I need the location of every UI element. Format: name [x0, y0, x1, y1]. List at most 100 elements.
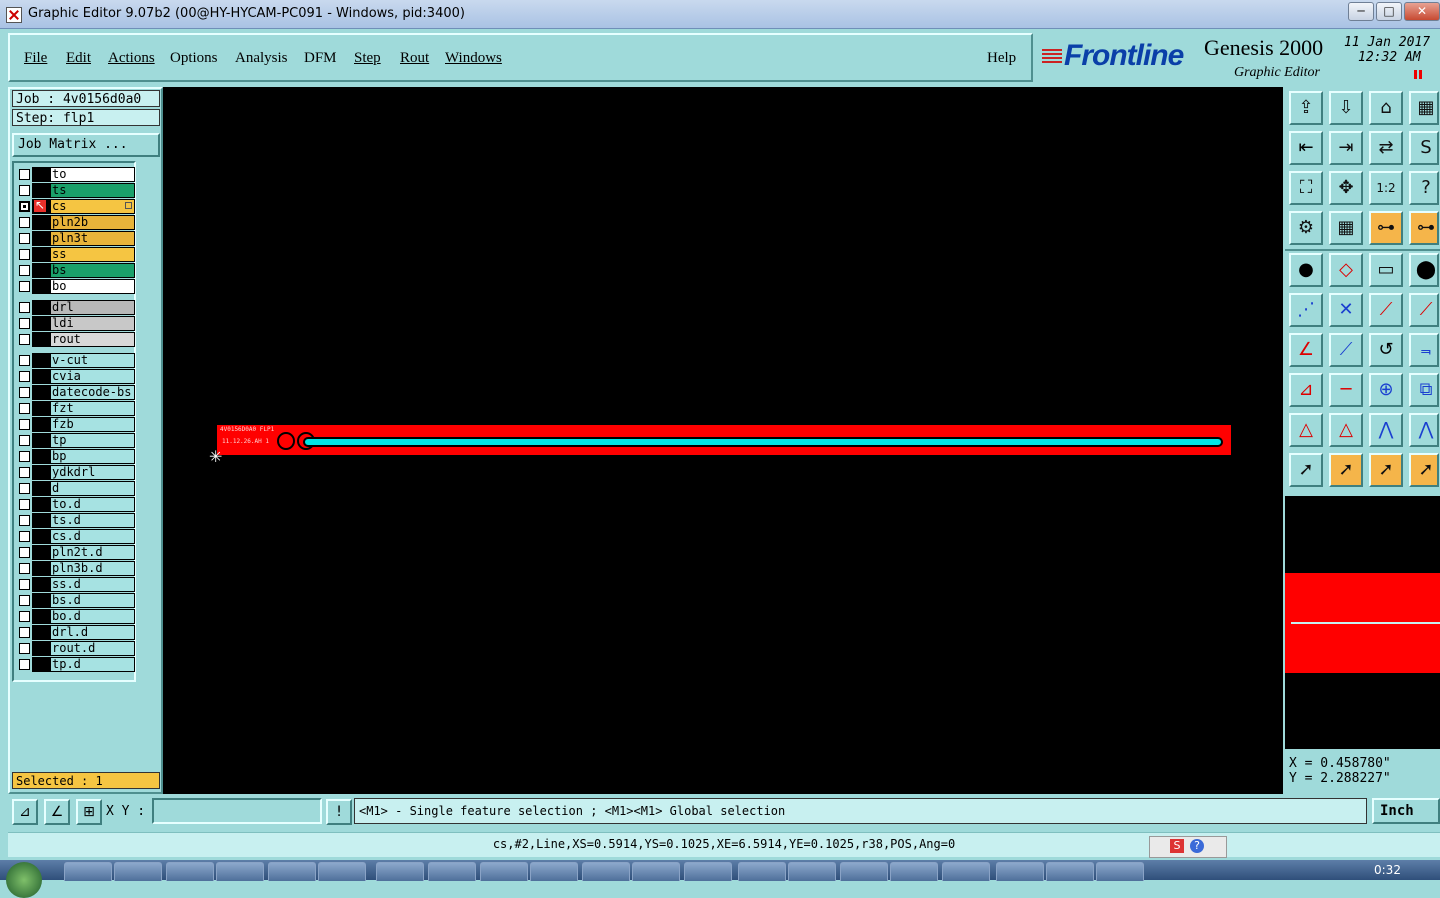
layer-row-pln2t.d[interactable]: pln2t.d [16, 545, 135, 560]
home-tool-button[interactable]: ⌂ [1369, 91, 1403, 125]
layer-row-ss.d[interactable]: ss.d [16, 577, 135, 592]
menu-step[interactable]: Step [354, 50, 381, 67]
layer-checkbox[interactable] [19, 387, 30, 398]
taskbar-app-button-13[interactable] [738, 862, 786, 881]
taskbar-app-button-9[interactable] [530, 862, 578, 881]
snap-tool-button[interactable]: S [1409, 131, 1439, 165]
layer-row-fzt[interactable]: fzt [16, 401, 135, 416]
taskbar-app-button-6[interactable] [376, 862, 424, 881]
layer-name[interactable]: cvia [50, 369, 135, 384]
layer-name[interactable]: ts.d [50, 513, 135, 528]
layer-checkbox[interactable] [19, 659, 30, 670]
layer-affected-toggle[interactable] [32, 481, 50, 496]
layer-checkbox[interactable] [19, 371, 30, 382]
layer-affected-toggle[interactable] [32, 577, 50, 592]
layer-affected-toggle[interactable] [32, 545, 50, 560]
layer-affected-toggle[interactable] [32, 497, 50, 512]
pad-tool-button[interactable]: ● [1289, 253, 1323, 287]
line-tool-button[interactable]: ⟋ [1329, 333, 1363, 367]
snap-mode-icon[interactable]: ⊿ [12, 799, 38, 825]
graphic-canvas[interactable]: 4V0156D0A0 FLP1 11.12.26.AH 1 ✳ [163, 87, 1283, 794]
taskbar-app-button-14[interactable] [788, 862, 836, 881]
layer-affected-toggle[interactable] [32, 657, 50, 672]
taskbar-app-button-15[interactable] [840, 862, 888, 881]
layer-affected-toggle[interactable] [32, 593, 50, 608]
layer-name[interactable]: v-cut [50, 353, 135, 368]
board-pad[interactable] [277, 432, 295, 450]
layer-row-to.d[interactable]: to.d [16, 497, 135, 512]
delete-node-tool-button[interactable]: ✕ [1329, 293, 1363, 327]
line-point2-tool-button[interactable]: ⟋ [1409, 293, 1439, 327]
layer-affected-toggle[interactable] [32, 417, 50, 432]
menu-analysis[interactable]: Analysis [235, 50, 288, 67]
layer-checkbox[interactable] [19, 483, 30, 494]
layer-affected-toggle[interactable] [32, 332, 50, 347]
layer-checkbox[interactable] [19, 233, 30, 244]
layer-affected-toggle[interactable] [32, 449, 50, 464]
layer-name[interactable]: fzt [50, 401, 135, 416]
layer-checkbox[interactable] [19, 419, 30, 430]
layer-row-tp[interactable]: tp [16, 433, 135, 448]
layer-row-bs[interactable]: bs [16, 263, 135, 278]
layer-affected-toggle[interactable] [32, 513, 50, 528]
layer-row-tp.d[interactable]: tp.d [16, 657, 135, 672]
select2-tool-button[interactable]: ➚ [1329, 453, 1363, 487]
layer-affected-toggle[interactable] [32, 401, 50, 416]
layer-name[interactable]: tp.d [50, 657, 135, 672]
layer-checkbox[interactable] [19, 403, 30, 414]
layer-checkbox[interactable] [19, 579, 30, 590]
layer-name[interactable]: ldi [50, 316, 135, 331]
units-selector[interactable]: Inch [1372, 798, 1440, 824]
layer-affected-toggle[interactable] [32, 465, 50, 480]
taskbar-app-button-1[interactable] [114, 862, 162, 881]
layer-checkbox[interactable] [19, 467, 30, 478]
xy-input[interactable] [152, 798, 322, 824]
taskbar-app-button-0[interactable] [64, 862, 112, 881]
taskbar-app-button-17[interactable] [942, 862, 990, 881]
taskbar-app-button-2[interactable] [166, 862, 214, 881]
layer-row-ydkdrl[interactable]: ydkdrl [16, 465, 135, 480]
bracket-tool-button[interactable]: ⫬ [1409, 333, 1439, 367]
layer-name[interactable]: to.d [50, 497, 135, 512]
layer-checkbox[interactable] [19, 281, 30, 292]
layer-row-rout.d[interactable]: rout.d [16, 641, 135, 656]
arch-tool-button[interactable]: ⋀ [1369, 413, 1403, 447]
layer-name[interactable]: ss.d [50, 577, 135, 592]
layer-checkbox[interactable] [19, 302, 30, 313]
grid-snap-icon[interactable]: ⊞ [76, 799, 102, 825]
layer-name[interactable]: d [50, 481, 135, 496]
layer-row-pln2b[interactable]: pln2b [16, 215, 135, 230]
layer-checkbox[interactable] [19, 334, 30, 345]
window-tool-button[interactable]: ▦ [1409, 91, 1439, 125]
swap-tool-button[interactable]: ⇄ [1369, 131, 1403, 165]
angle-tool-button[interactable]: ∠ [1289, 333, 1323, 367]
layer-name[interactable]: drl.d [50, 625, 135, 640]
help-tray-icon[interactable]: ? [1190, 839, 1204, 853]
layer-affected-toggle[interactable] [32, 300, 50, 315]
settings-tool-button[interactable]: ⚙ [1289, 211, 1323, 245]
layer-checkbox[interactable] [19, 563, 30, 574]
layer-affected-toggle[interactable] [32, 433, 50, 448]
move-left-tool-button[interactable]: ⇤ [1289, 131, 1323, 165]
job-matrix-button[interactable]: Job Matrix ... [12, 133, 160, 157]
layer-checkbox[interactable] [19, 265, 30, 276]
pause-icon[interactable] [1414, 70, 1422, 79]
layer-name[interactable]: bs.d [50, 593, 135, 608]
select-tool-button[interactable]: ➚ [1289, 453, 1323, 487]
layer-checkbox[interactable] [19, 643, 30, 654]
layer-name[interactable]: pln2t.d [50, 545, 135, 560]
overview-preview[interactable] [1285, 496, 1440, 749]
taskbar-app-button-16[interactable] [890, 862, 938, 881]
minimize-button[interactable]: ─ [1348, 2, 1374, 21]
taskbar-app-button-4[interactable] [268, 862, 316, 881]
layer-row-bp[interactable]: bp [16, 449, 135, 464]
layer-affected-toggle[interactable] [32, 247, 50, 262]
layer-affected-toggle[interactable] [32, 316, 50, 331]
scale-1-2-tool-button[interactable]: 1:2 [1369, 171, 1403, 205]
layer-checkbox[interactable] [19, 217, 30, 228]
layer-row-pln3b.d[interactable]: pln3b.d [16, 561, 135, 576]
net2-tool-button[interactable]: ⊶ [1409, 211, 1439, 245]
taskbar-app-button-7[interactable] [428, 862, 476, 881]
taskbar-app-button-8[interactable] [480, 862, 528, 881]
layer-affected-toggle[interactable] [32, 183, 50, 198]
